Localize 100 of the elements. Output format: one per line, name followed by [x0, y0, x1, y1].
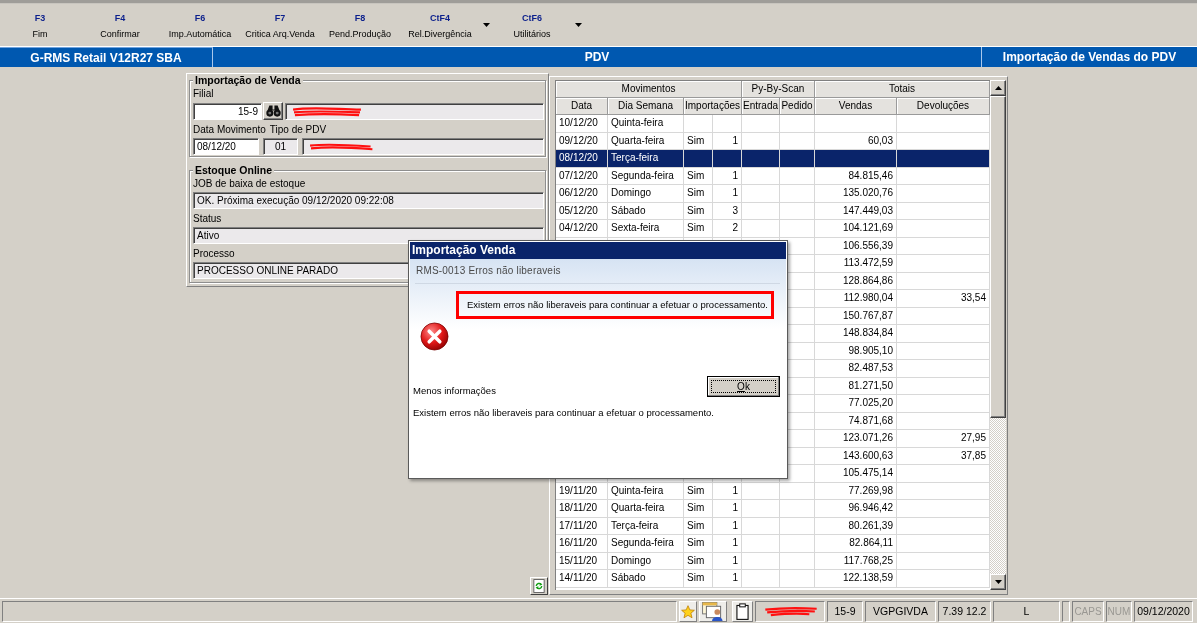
table-cell: 08/12/20 — [556, 150, 608, 168]
table-cell: Quarta-feira — [608, 500, 684, 518]
table-cell: 96.946,42 — [815, 500, 897, 518]
table-cell: 18/11/20 — [556, 500, 608, 518]
table-cell: 82.864,11 — [815, 535, 897, 553]
status-field: L — [993, 601, 1060, 622]
table-cell: Sexta-feira — [608, 220, 684, 238]
table-cell: 06/12/20 — [556, 185, 608, 203]
status-indicator: NUM — [1106, 601, 1132, 622]
scroll-up-button[interactable] — [990, 80, 1006, 96]
table-cell: 77.025,20 — [815, 395, 897, 413]
table-cell: Domingo — [608, 185, 684, 203]
table-cell: Sim — [684, 535, 713, 553]
refresh-icon — [533, 579, 545, 593]
star-button[interactable] — [679, 601, 697, 622]
table-cell: 16/11/20 — [556, 535, 608, 553]
table-cell: 1 — [713, 500, 742, 518]
group-title: Importação de Venda — [193, 74, 303, 86]
redaction-scribble — [762, 606, 820, 617]
error-details-text: Existem erros não liberaveis para continuar a efetuar o processamento. — [412, 407, 714, 419]
table-cell: 135.020,76 — [815, 185, 897, 203]
pdv-type-field: 01 — [263, 138, 298, 155]
caret-icon[interactable] — [483, 23, 490, 27]
error-code-text: RMS-0013 Erros não liberaveis — [415, 259, 780, 284]
table-cell: 2 — [713, 220, 742, 238]
table-cell: Terça-feira — [608, 150, 684, 168]
table-cell: 1 — [713, 185, 742, 203]
clipboard-icon — [736, 603, 749, 620]
table-cell: Segunda-feira — [608, 535, 684, 553]
table-cell: 82.487,53 — [815, 360, 897, 378]
field-label: Processo — [193, 248, 235, 260]
user-window-button[interactable] — [699, 601, 727, 622]
column-group-header: Movimentos — [556, 81, 742, 98]
readonly-field: OK. Próxima execução 09/12/2020 09:22:08 — [193, 192, 544, 209]
table-cell: Sábado — [608, 570, 684, 588]
table-row[interactable]: 06/12/20 Domingo Sim 1 135.020,76 — [556, 185, 990, 203]
table-cell: 148.834,84 — [815, 325, 897, 343]
clipboard-button[interactable] — [732, 601, 753, 622]
table-cell: Quinta-feira — [608, 115, 684, 133]
readonly-field: Ativo — [193, 227, 544, 244]
table-cell: Sim — [684, 220, 713, 238]
down-arrow-icon — [994, 580, 1002, 584]
table-cell: 1 — [713, 570, 742, 588]
column-header[interactable]: Dia Semana — [608, 98, 684, 115]
field-label: Data Movimento — [193, 124, 266, 136]
column-header[interactable]: Importações — [684, 98, 742, 115]
table-cell: Sim — [684, 500, 713, 518]
vertical-scrollbar[interactable] — [990, 80, 1006, 590]
star-icon — [681, 604, 695, 619]
column-header[interactable]: Data — [556, 98, 608, 115]
ok-button[interactable]: Ok — [707, 376, 780, 397]
user-window-icon — [701, 602, 725, 621]
table-cell: 14/11/20 — [556, 570, 608, 588]
table-row[interactable]: 14/11/20 Sábado Sim 1 122.138,59 — [556, 570, 990, 588]
toolbar-button[interactable]: CtF6 Utilitários — [492, 4, 572, 46]
dialog-title: Importação Venda — [410, 242, 786, 259]
status-indicator: CAPS — [1072, 601, 1104, 622]
table-row[interactable]: 04/12/20 Sexta-feira Sim 2 104.121,69 — [556, 220, 990, 238]
column-header[interactable]: Vendas — [815, 98, 897, 115]
scroll-down-button[interactable] — [990, 574, 1006, 590]
column-group-header: Py-By-Scan — [742, 81, 815, 98]
field-label: Status — [193, 213, 222, 225]
table-cell: Sim — [684, 185, 713, 203]
column-header[interactable]: Pedido — [780, 98, 815, 115]
field-label: Filial — [193, 88, 214, 100]
group-title: Estoque Online — [193, 164, 274, 176]
table-cell: 122.138,59 — [815, 570, 897, 588]
table-row[interactable]: 18/11/20 Quarta-feira Sim 1 96.946,42 — [556, 500, 990, 518]
table-cell: 123.071,26 — [815, 430, 897, 448]
table-row[interactable]: 08/12/20 Terça-feira — [556, 150, 990, 168]
date-field[interactable]: 08/12/20 — [193, 138, 259, 155]
table-row[interactable]: 10/12/20 Quinta-feira — [556, 115, 990, 133]
toolbar-button[interactable]: F7 Critica Arq.Venda — [240, 4, 320, 46]
field-label: Tipo de PDV — [269, 124, 327, 136]
up-arrow-icon — [994, 86, 1002, 90]
refresh-button[interactable] — [530, 577, 548, 595]
column-header[interactable]: Entrada — [742, 98, 780, 115]
table-cell: 04/12/20 — [556, 220, 608, 238]
table-cell: 112.980,04 — [815, 290, 897, 308]
toolbar-button[interactable]: F6 Imp.Automática — [160, 4, 240, 46]
table-cell: 105.475,14 — [815, 465, 897, 483]
toolbar-button[interactable]: F4 Confirmar — [80, 4, 160, 46]
less-info-link[interactable]: Menos informações — [413, 385, 496, 397]
toolbar-button[interactable]: F3 Fim — [0, 4, 80, 46]
binoculars-icon — [265, 105, 281, 117]
status-field: VGPGIVDA — [865, 601, 936, 622]
table-row[interactable]: 16/11/20 Segunda-feira Sim 1 82.864,11 — [556, 535, 990, 553]
status-date: 09/12/2020 — [1134, 601, 1193, 622]
caret-icon[interactable] — [575, 23, 582, 27]
column-group-header: Totais — [815, 81, 990, 98]
search-button[interactable] — [263, 102, 283, 120]
field-label: JOB de baixa de estoque — [193, 178, 306, 190]
toolbar-button[interactable]: F8 Pend.Produção — [320, 4, 400, 46]
table-cell: Sim — [684, 570, 713, 588]
column-header[interactable]: Devoluções — [897, 98, 990, 115]
toolbar-button[interactable]: CtF4 Rel.Divergência — [400, 4, 480, 46]
branch-code-field[interactable]: 15-9 — [193, 102, 262, 120]
table-cell: 10/12/20 — [556, 115, 608, 133]
table-cell: 113.472,59 — [815, 255, 897, 273]
scrollbar-thumb[interactable] — [990, 96, 1006, 418]
